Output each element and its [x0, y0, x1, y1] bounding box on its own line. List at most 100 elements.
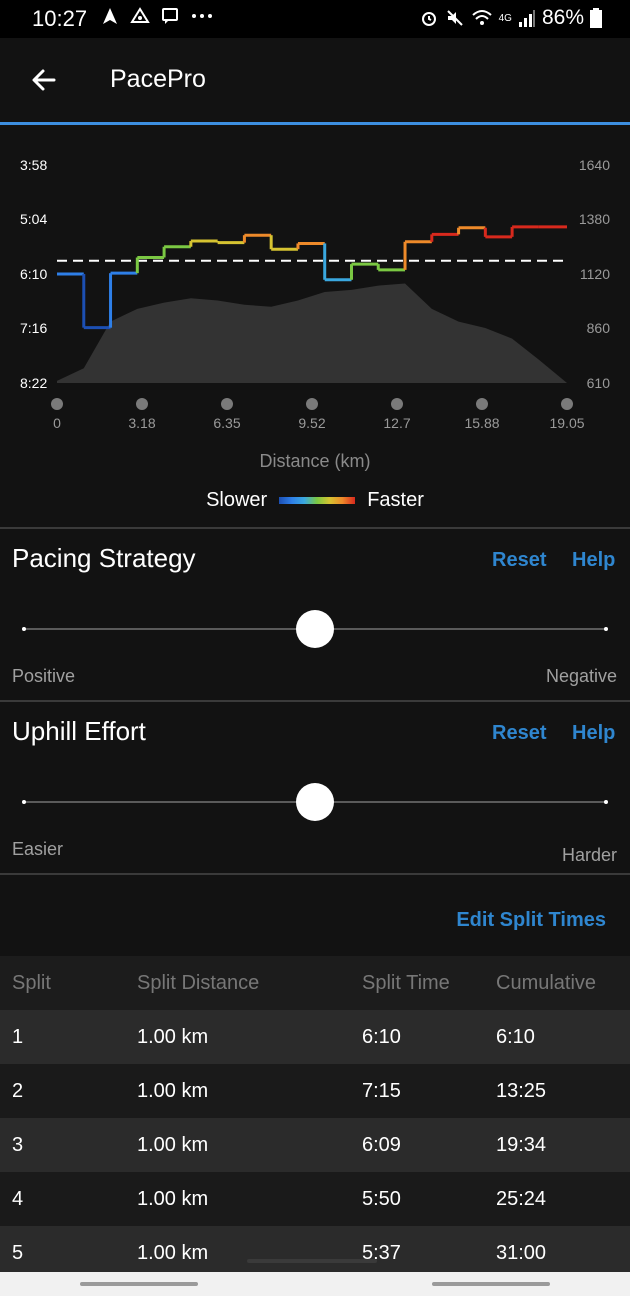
- cell-cumulative: 6:10: [496, 1025, 535, 1048]
- x-tick-dot: [136, 398, 148, 410]
- table-row[interactable]: 4 1.00 km 5:50 25:24: [0, 1172, 630, 1226]
- 4g-icon: 4G: [498, 12, 512, 24]
- uphill-left-label: Easier: [12, 839, 64, 859]
- y-left-tick: 5:04: [20, 211, 48, 227]
- more-icon: [192, 14, 212, 18]
- slider-max-dot: [604, 800, 608, 804]
- mute-icon: [446, 10, 463, 26]
- x-tick-dot: [476, 398, 488, 410]
- x-tick-label: 6.35: [213, 415, 241, 431]
- cell-distance: 1.00 km: [137, 1133, 209, 1156]
- wifi-icon: [471, 10, 492, 25]
- table-row[interactable]: 2 1.00 km 7:15 13:25: [0, 1064, 630, 1118]
- cell-distance: 1.00 km: [137, 1187, 209, 1210]
- y-right-tick: 1640: [578, 157, 610, 173]
- page-title: PacePro: [110, 65, 206, 93]
- cell-time: 6:10: [362, 1025, 401, 1048]
- header-cumulative: Cumulative: [496, 971, 597, 994]
- cell-time: 6:09: [362, 1133, 401, 1156]
- battery-percent: 86%: [541, 6, 584, 29]
- nav-back-gesture[interactable]: [80, 1282, 198, 1286]
- x-tick-label: 9.52: [298, 415, 326, 431]
- edit-split-times-button[interactable]: Edit Split Times: [456, 909, 606, 932]
- back-button[interactable]: [22, 58, 66, 102]
- pacing-right-label: Negative: [545, 666, 617, 686]
- table-row[interactable]: 1 1.00 km 6:10 6:10: [0, 1010, 630, 1064]
- pacing-help-button[interactable]: Help: [572, 549, 615, 572]
- status-right-icons: 4G 86%: [419, 6, 602, 30]
- y-right-tick: 1120: [579, 266, 610, 282]
- cell-distance: 1.00 km: [137, 1025, 209, 1048]
- cell-cumulative: 13:25: [496, 1079, 547, 1102]
- uphill-effort-title: Uphill Effort: [12, 716, 146, 746]
- y-right-tick: 610: [586, 375, 610, 391]
- x-tick-label: 19.05: [549, 415, 585, 431]
- x-tick-label: 0: [53, 415, 61, 431]
- pacing-reset-button[interactable]: Reset: [492, 549, 546, 572]
- arrow-left-icon: [32, 69, 56, 91]
- splits-table-header: Split Split Distance Split Time Cumulati…: [0, 956, 630, 1010]
- pace-chart-svg: [57, 225, 567, 383]
- app-bar: PacePro: [0, 38, 630, 124]
- x-tick-dot: [306, 398, 318, 410]
- legend-faster: Faster: [367, 489, 424, 511]
- cell-split: 2: [12, 1079, 24, 1102]
- status-left-icons: [100, 6, 214, 26]
- pace-chart: 3:58 5:04 6:10 7:16 8:22 1640 1380 1120 …: [0, 125, 630, 527]
- header-split-time: Split Time: [362, 971, 450, 994]
- x-tick-dot: [561, 398, 573, 410]
- uphill-right-label: Harder: [561, 845, 617, 865]
- signal-icon: [518, 10, 535, 27]
- cell-time: 7:15: [362, 1079, 401, 1102]
- cell-split: 4: [12, 1187, 24, 1210]
- navigation-icon: [103, 8, 117, 24]
- battery-icon: [590, 8, 602, 28]
- system-nav-bar: [0, 1272, 630, 1296]
- cell-split: 1: [12, 1025, 24, 1048]
- elevation-area: [57, 283, 567, 383]
- edit-split-section: Edit Split Times: [0, 873, 630, 956]
- legend-slower: Slower: [206, 489, 268, 511]
- drive-icon: [130, 7, 150, 23]
- x-tick-label: 12.7: [383, 415, 411, 431]
- x-tick-dot: [221, 398, 233, 410]
- header-split-distance: Split Distance: [137, 971, 260, 994]
- cell-cumulative: 25:24: [496, 1187, 547, 1210]
- nav-recents-gesture[interactable]: [432, 1282, 550, 1286]
- status-bar: 10:27 4G 86%: [0, 0, 630, 38]
- y-left-tick: 8:22: [20, 375, 48, 391]
- header-split: Split: [12, 971, 51, 994]
- cell-split: 3: [12, 1133, 24, 1156]
- pacing-left-label: Positive: [12, 666, 76, 686]
- message-icon: [162, 8, 178, 24]
- pacing-strategy-title: Pacing Strategy: [12, 543, 196, 573]
- y-left-tick: 3:58: [20, 157, 48, 173]
- uphill-help-button[interactable]: Help: [572, 722, 615, 745]
- x-axis-title: Distance (km): [259, 451, 371, 471]
- y-left-tick: 6:10: [20, 266, 48, 282]
- y-right-tick: 860: [586, 320, 610, 336]
- uphill-slider-thumb[interactable]: [296, 783, 334, 821]
- slider-max-dot: [604, 627, 608, 631]
- y-left-tick: 7:16: [20, 320, 48, 336]
- pacing-strategy-section: Pacing Strategy Reset Help Positive Nega…: [0, 527, 630, 700]
- slider-min-dot: [22, 800, 26, 804]
- cell-cumulative: 19:34: [496, 1133, 547, 1156]
- table-row[interactable]: 3 1.00 km 6:09 19:34: [0, 1118, 630, 1172]
- slider-min-dot: [22, 627, 26, 631]
- x-tick-label: 3.18: [128, 415, 156, 431]
- x-tick-label: 15.88: [464, 415, 500, 431]
- uphill-reset-button[interactable]: Reset: [492, 722, 546, 745]
- home-indicator: [247, 1259, 377, 1263]
- x-tick-dot: [391, 398, 403, 410]
- status-time: 10:27: [32, 6, 88, 31]
- y-right-tick: 1380: [578, 211, 610, 227]
- uphill-effort-section: Uphill Effort Reset Help Easier Harder: [0, 700, 630, 873]
- cell-distance: 1.00 km: [137, 1079, 209, 1102]
- x-tick-dot: [51, 398, 63, 410]
- chart-legend: Slower Faster: [0, 489, 630, 512]
- legend-color-bar: [279, 497, 356, 504]
- alarm-icon: [421, 12, 436, 26]
- pacing-slider-thumb[interactable]: [296, 610, 334, 648]
- cell-time: 5:50: [362, 1187, 401, 1210]
